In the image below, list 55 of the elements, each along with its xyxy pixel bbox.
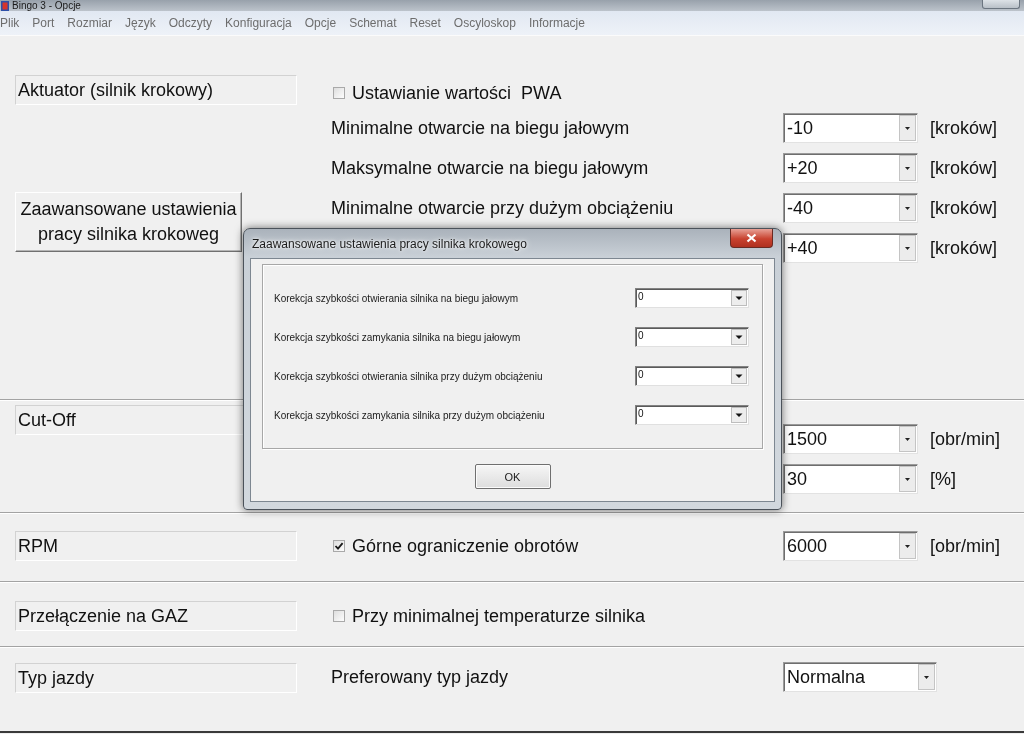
- checkbox[interactable]: [333, 610, 345, 622]
- menu-item[interactable]: Konfiguracja: [225, 16, 292, 30]
- window-control-button[interactable]: [982, 0, 1020, 9]
- menu-item[interactable]: Plik: [0, 16, 20, 30]
- setting-label: Minimalne otwarcie na biegu jałowym: [331, 117, 630, 139]
- dropdown-field[interactable]: -40: [783, 193, 918, 223]
- dropdown-field[interactable]: 30: [783, 464, 918, 494]
- dropdown-field[interactable]: 0: [635, 327, 749, 347]
- menu-item[interactable]: Odczyty: [168, 16, 213, 30]
- app-icon: [1, 0, 9, 11]
- dialog-title: Zaawansowane ustawienia pracy silnika krokowego: [251, 236, 527, 251]
- setting-label: Korekcja szybkości zamykania silnika na biegu jałowym: [274, 331, 521, 343]
- menu-item[interactable]: Schemat: [349, 16, 397, 30]
- ok-button[interactable]: OK: [474, 464, 551, 489]
- menu-item[interactable]: Rozmiar: [67, 16, 113, 30]
- window-title: Bingo 3 - Opcje: [12, 0, 81, 11]
- section-title: Przełączenie na GAZ: [15, 601, 297, 631]
- dropdown-field[interactable]: -10: [783, 113, 918, 143]
- close-button[interactable]: [730, 229, 773, 248]
- unit-label: [obr/min]: [930, 428, 1001, 450]
- checkbox-label[interactable]: Ustawianie wartości PWA: [352, 82, 562, 104]
- menu-item[interactable]: Reset: [409, 16, 441, 30]
- dropdown-field[interactable]: Normalna: [783, 662, 937, 692]
- unit-label: [kroków]: [930, 197, 998, 219]
- menu-item[interactable]: Opcje: [304, 16, 337, 30]
- dropdown-field[interactable]: 6000: [783, 531, 918, 561]
- section-title: RPM: [15, 531, 297, 561]
- setting-label: Korekcja szybkości otwierania silnika na biegu jałowym: [274, 292, 518, 304]
- close-icon: [746, 233, 757, 243]
- section-title: Aktuator (silnik krokowy): [15, 75, 297, 105]
- checkbox[interactable]: [333, 87, 345, 99]
- menu-item[interactable]: Port: [32, 16, 55, 30]
- setting-label: Minimalne otwarcie przy dużym obciążeniu: [331, 197, 674, 219]
- setting-label: Korekcja szybkości otwierania silnika przy dużym obciążeniu: [274, 370, 543, 382]
- setting-label: Preferowany typ jazdy: [331, 666, 509, 688]
- dropdown-field[interactable]: 0: [635, 366, 749, 386]
- menu-item[interactable]: Oscyloskop: [453, 16, 516, 30]
- unit-label: [kroków]: [930, 157, 998, 179]
- unit-label: [kroków]: [930, 117, 998, 139]
- dropdown-field[interactable]: +40: [783, 233, 918, 263]
- unit-label: [%]: [930, 468, 956, 490]
- checkbox-label[interactable]: Przy minimalnej temperaturze silnika: [352, 605, 646, 627]
- dropdown-field[interactable]: 0: [635, 288, 749, 308]
- menu-item[interactable]: Język: [125, 16, 156, 30]
- unit-label: [kroków]: [930, 237, 998, 259]
- dropdown-field[interactable]: 1500: [783, 424, 918, 454]
- checkbox-label[interactable]: Górne ograniczenie obrotów: [352, 535, 579, 557]
- section-title: Typ jazdy: [15, 663, 297, 693]
- unit-label: [obr/min]: [930, 535, 1001, 557]
- dropdown-field[interactable]: +20: [783, 153, 918, 183]
- dropdown-field[interactable]: 0: [635, 405, 749, 425]
- setting-label: Maksymalne otwarcie na biegu jałowym: [331, 157, 649, 179]
- menu-item[interactable]: Informacje: [528, 16, 585, 30]
- checkbox[interactable]: [333, 540, 345, 552]
- advanced-settings-button[interactable]: Zaawansowane ustawienia pracy silnika krokoweg: [15, 192, 242, 252]
